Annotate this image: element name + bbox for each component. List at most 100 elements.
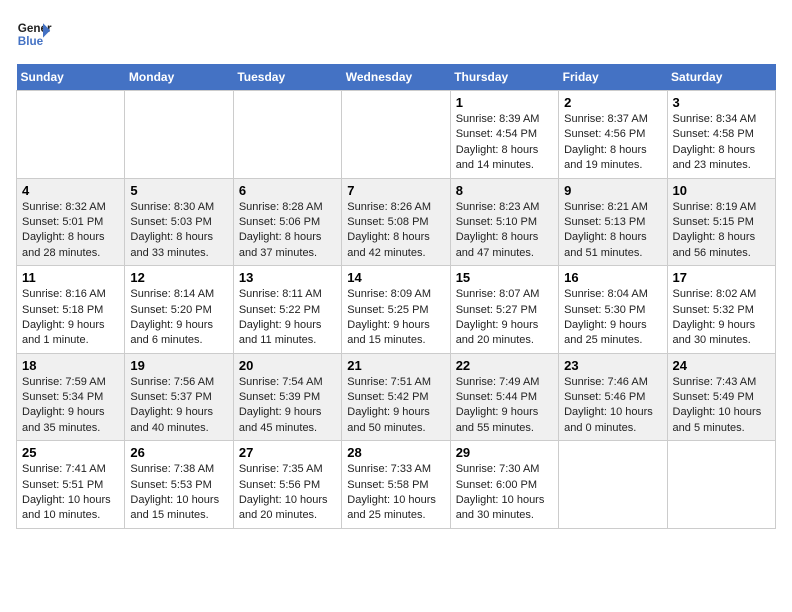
calendar-cell: 22 Sunrise: 7:49 AM Sunset: 5:44 PM Dayli…	[450, 353, 558, 441]
day-number: 8	[456, 183, 553, 198]
header-day-monday: Monday	[125, 64, 233, 91]
header-day-thursday: Thursday	[450, 64, 558, 91]
calendar-cell: 12 Sunrise: 8:14 AM Sunset: 5:20 PM Dayli…	[125, 266, 233, 354]
day-info: Sunrise: 7:59 AM Sunset: 5:34 PM Dayligh…	[22, 375, 119, 437]
calendar-cell: 8 Sunrise: 8:23 AM Sunset: 5:10 PM Daylig…	[450, 178, 558, 266]
day-number: 19	[130, 358, 227, 373]
logo: General Blue	[16, 16, 52, 52]
calendar-cell: 15 Sunrise: 8:07 AM Sunset: 5:27 PM Dayli…	[450, 266, 558, 354]
day-info: Sunrise: 7:54 AM Sunset: 5:39 PM Dayligh…	[239, 375, 336, 437]
day-info: Sunrise: 7:51 AM Sunset: 5:42 PM Dayligh…	[347, 375, 444, 437]
calendar-week-3: 11 Sunrise: 8:16 AM Sunset: 5:18 PM Dayli…	[17, 266, 776, 354]
calendar-cell: 6 Sunrise: 8:28 AM Sunset: 5:06 PM Daylig…	[233, 178, 341, 266]
header-day-saturday: Saturday	[667, 64, 775, 91]
day-info: Sunrise: 8:16 AM Sunset: 5:18 PM Dayligh…	[22, 287, 119, 349]
day-number: 29	[456, 445, 553, 460]
day-info: Sunrise: 8:26 AM Sunset: 5:08 PM Dayligh…	[347, 200, 444, 262]
day-number: 7	[347, 183, 444, 198]
day-number: 4	[22, 183, 119, 198]
calendar-cell	[17, 91, 125, 179]
day-number: 11	[22, 270, 119, 285]
calendar-cell	[559, 441, 667, 529]
calendar-cell: 28Sunrise: 7:33 AM Sunset: 5:58 PM Dayli…	[342, 441, 450, 529]
day-number: 25	[22, 445, 119, 460]
header-day-wednesday: Wednesday	[342, 64, 450, 91]
day-info: Sunrise: 7:30 AM Sunset: 6:00 PM Dayligh…	[456, 462, 553, 524]
day-number: 2	[564, 95, 661, 110]
day-number: 15	[456, 270, 553, 285]
day-number: 17	[673, 270, 770, 285]
calendar-cell: 3Sunrise: 8:34 AM Sunset: 4:58 PM Daylig…	[667, 91, 775, 179]
day-number: 6	[239, 183, 336, 198]
calendar-cell: 17 Sunrise: 8:02 AM Sunset: 5:32 PM Dayli…	[667, 266, 775, 354]
day-info: Sunrise: 8:28 AM Sunset: 5:06 PM Dayligh…	[239, 200, 336, 262]
day-number: 9	[564, 183, 661, 198]
calendar-week-1: 1Sunrise: 8:39 AM Sunset: 4:54 PM Daylig…	[17, 91, 776, 179]
day-number: 13	[239, 270, 336, 285]
day-info: Sunrise: 8:19 AM Sunset: 5:15 PM Dayligh…	[673, 200, 770, 262]
calendar-cell: 24 Sunrise: 7:43 AM Sunset: 5:49 PM Dayli…	[667, 353, 775, 441]
day-info: Sunrise: 8:09 AM Sunset: 5:25 PM Dayligh…	[347, 287, 444, 349]
day-info: Sunrise: 8:11 AM Sunset: 5:22 PM Dayligh…	[239, 287, 336, 349]
calendar-cell: 23 Sunrise: 7:46 AM Sunset: 5:46 PM Dayli…	[559, 353, 667, 441]
day-info: Sunrise: 8:23 AM Sunset: 5:10 PM Dayligh…	[456, 200, 553, 262]
day-info: Sunrise: 7:49 AM Sunset: 5:44 PM Dayligh…	[456, 375, 553, 437]
calendar-cell: 1Sunrise: 8:39 AM Sunset: 4:54 PM Daylig…	[450, 91, 558, 179]
day-number: 5	[130, 183, 227, 198]
day-info: Sunrise: 8:07 AM Sunset: 5:27 PM Dayligh…	[456, 287, 553, 349]
calendar-cell: 20 Sunrise: 7:54 AM Sunset: 5:39 PM Dayli…	[233, 353, 341, 441]
calendar-cell: 10 Sunrise: 8:19 AM Sunset: 5:15 PM Dayli…	[667, 178, 775, 266]
calendar-cell: 14 Sunrise: 8:09 AM Sunset: 5:25 PM Dayli…	[342, 266, 450, 354]
calendar-cell: 18 Sunrise: 7:59 AM Sunset: 5:34 PM Dayli…	[17, 353, 125, 441]
day-number: 26	[130, 445, 227, 460]
day-number: 10	[673, 183, 770, 198]
calendar-header-row: SundayMondayTuesdayWednesdayThursdayFrid…	[17, 64, 776, 91]
day-number: 18	[22, 358, 119, 373]
day-number: 14	[347, 270, 444, 285]
day-info: Sunrise: 8:37 AM Sunset: 4:56 PM Dayligh…	[564, 112, 661, 174]
day-number: 23	[564, 358, 661, 373]
day-info: Sunrise: 8:04 AM Sunset: 5:30 PM Dayligh…	[564, 287, 661, 349]
day-info: Sunrise: 7:41 AM Sunset: 5:51 PM Dayligh…	[22, 462, 119, 524]
day-info: Sunrise: 7:35 AM Sunset: 5:56 PM Dayligh…	[239, 462, 336, 524]
day-info: Sunrise: 8:02 AM Sunset: 5:32 PM Dayligh…	[673, 287, 770, 349]
calendar-cell	[125, 91, 233, 179]
calendar-cell	[233, 91, 341, 179]
day-number: 21	[347, 358, 444, 373]
calendar-week-2: 4 Sunrise: 8:32 AM Sunset: 5:01 PM Daylig…	[17, 178, 776, 266]
day-info: Sunrise: 8:14 AM Sunset: 5:20 PM Dayligh…	[130, 287, 227, 349]
header: General Blue	[16, 16, 776, 52]
calendar-cell	[667, 441, 775, 529]
calendar-cell: 21 Sunrise: 7:51 AM Sunset: 5:42 PM Dayli…	[342, 353, 450, 441]
calendar-cell: 19 Sunrise: 7:56 AM Sunset: 5:37 PM Dayli…	[125, 353, 233, 441]
calendar-cell: 2 Sunrise: 8:37 AM Sunset: 4:56 PM Daylig…	[559, 91, 667, 179]
calendar-cell: 29 Sunrise: 7:30 AM Sunset: 6:00 PM Dayli…	[450, 441, 558, 529]
calendar-cell: 9 Sunrise: 8:21 AM Sunset: 5:13 PM Daylig…	[559, 178, 667, 266]
header-day-tuesday: Tuesday	[233, 64, 341, 91]
day-number: 12	[130, 270, 227, 285]
day-info: Sunrise: 8:32 AM Sunset: 5:01 PM Dayligh…	[22, 200, 119, 262]
day-number: 3	[673, 95, 770, 110]
calendar-cell: 25 Sunrise: 7:41 AM Sunset: 5:51 PM Dayli…	[17, 441, 125, 529]
day-number: 20	[239, 358, 336, 373]
calendar-cell: 11 Sunrise: 8:16 AM Sunset: 5:18 PM Dayli…	[17, 266, 125, 354]
svg-text:Blue: Blue	[18, 35, 44, 48]
day-info: Sunrise: 8:21 AM Sunset: 5:13 PM Dayligh…	[564, 200, 661, 262]
calendar-cell: 7 Sunrise: 8:26 AM Sunset: 5:08 PM Daylig…	[342, 178, 450, 266]
day-info: Sunrise: 7:46 AM Sunset: 5:46 PM Dayligh…	[564, 375, 661, 437]
day-info: Sunrise: 7:38 AM Sunset: 5:53 PM Dayligh…	[130, 462, 227, 524]
day-number: 1	[456, 95, 553, 110]
header-day-sunday: Sunday	[17, 64, 125, 91]
header-day-friday: Friday	[559, 64, 667, 91]
day-info: Sunrise: 7:56 AM Sunset: 5:37 PM Dayligh…	[130, 375, 227, 437]
day-info: Sunrise: 7:43 AM Sunset: 5:49 PM Dayligh…	[673, 375, 770, 437]
day-info: Sunrise: 7:33 AM Sunset: 5:58 PM Dayligh…	[347, 462, 444, 524]
calendar-cell: 16Sunrise: 8:04 AM Sunset: 5:30 PM Dayli…	[559, 266, 667, 354]
calendar-cell: 27Sunrise: 7:35 AM Sunset: 5:56 PM Dayli…	[233, 441, 341, 529]
day-number: 24	[673, 358, 770, 373]
calendar-cell: 26 Sunrise: 7:38 AM Sunset: 5:53 PM Dayli…	[125, 441, 233, 529]
day-info: Sunrise: 8:30 AM Sunset: 5:03 PM Dayligh…	[130, 200, 227, 262]
calendar-week-5: 25 Sunrise: 7:41 AM Sunset: 5:51 PM Dayli…	[17, 441, 776, 529]
day-number: 22	[456, 358, 553, 373]
logo-icon: General Blue	[16, 16, 52, 52]
